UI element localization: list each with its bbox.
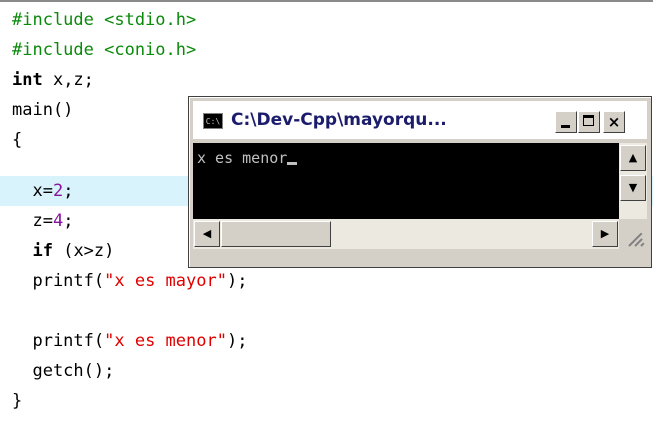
arrow-up-icon: ▲ bbox=[628, 151, 638, 164]
console-icon[interactable]: C:\ bbox=[203, 113, 223, 129]
scroll-down-button[interactable]: ▼ bbox=[620, 175, 646, 201]
maximize-button[interactable] bbox=[578, 111, 600, 133]
close-icon: × bbox=[607, 113, 621, 131]
arrow-left-icon: ◀ bbox=[202, 227, 212, 240]
string-literal: "x es menor" bbox=[104, 331, 227, 351]
code-line-8[interactable]: if (x>z) bbox=[12, 236, 114, 266]
text-cursor bbox=[287, 162, 298, 165]
number-literal: 4 bbox=[52, 211, 64, 231]
scroll-up-button[interactable]: ▲ bbox=[620, 145, 646, 171]
code-text: printf( bbox=[12, 331, 105, 351]
scroll-right-button[interactable]: ▶ bbox=[592, 221, 618, 247]
string-literal: "x es mayor" bbox=[104, 271, 227, 291]
arrow-down-icon: ▼ bbox=[628, 181, 638, 194]
editor-top-border bbox=[0, 0, 653, 2]
scroll-left-button[interactable]: ◀ bbox=[194, 221, 220, 247]
code-text: ; bbox=[63, 211, 74, 231]
code-text: x= bbox=[12, 181, 53, 201]
preprocessor-directive: #include <stdio.h> bbox=[12, 10, 197, 30]
arrow-right-icon: ▶ bbox=[600, 227, 610, 240]
minimize-button[interactable] bbox=[555, 111, 577, 133]
code-text: ; bbox=[63, 181, 74, 201]
code-text: x,z; bbox=[42, 70, 94, 90]
console-window[interactable]: C:\ C:\Dev-Cpp\mayorqu... × x es menor ▲… bbox=[188, 96, 652, 268]
console-output-text: x es menor bbox=[197, 149, 288, 167]
resize-grip[interactable] bbox=[619, 219, 647, 249]
horizontal-scroll-thumb[interactable] bbox=[221, 221, 331, 247]
preprocessor-directive: #include <conio.h> bbox=[12, 40, 197, 60]
vertical-scrollbar[interactable]: ▲ ▼ bbox=[619, 143, 647, 219]
code-line-5[interactable]: { bbox=[12, 125, 22, 155]
console-output: x es menor bbox=[197, 149, 298, 167]
horizontal-scrollbar[interactable]: ◀ ▶ bbox=[193, 219, 619, 249]
number-literal: 2 bbox=[52, 181, 64, 201]
code-line-9[interactable]: printf("x es mayor"); bbox=[12, 266, 247, 296]
code-text: ); bbox=[226, 271, 248, 291]
code-line-4[interactable]: main() bbox=[12, 95, 73, 125]
maximize-icon bbox=[583, 115, 594, 126]
close-button[interactable]: × bbox=[603, 111, 625, 133]
code-line-11[interactable]: printf("x es menor"); bbox=[12, 326, 247, 356]
console-titlebar[interactable]: C:\ C:\Dev-Cpp\mayorqu... × bbox=[193, 101, 647, 139]
code-line-7[interactable]: z=4; bbox=[12, 206, 73, 236]
code-text: printf( bbox=[12, 271, 105, 291]
minimize-icon bbox=[561, 125, 570, 128]
code-line-3[interactable]: int x,z; bbox=[12, 65, 94, 95]
grip-line bbox=[640, 242, 645, 247]
console-title: C:\Dev-Cpp\mayorqu... bbox=[231, 110, 447, 130]
code-line-12[interactable]: getch(); bbox=[12, 356, 114, 386]
keyword-int: int bbox=[12, 70, 43, 90]
console-output-area[interactable]: x es menor bbox=[193, 143, 619, 219]
code-editor[interactable]: #include <stdio.h> #include <conio.h> in… bbox=[0, 0, 653, 439]
code-line-2[interactable]: #include <conio.h> bbox=[12, 35, 196, 65]
code-text: z= bbox=[12, 211, 53, 231]
code-line-1[interactable]: #include <stdio.h> bbox=[12, 5, 196, 35]
code-text: ); bbox=[226, 331, 248, 351]
code-line-13[interactable]: } bbox=[12, 386, 22, 416]
keyword-if: if bbox=[32, 241, 53, 261]
code-text: (x>z) bbox=[52, 241, 115, 261]
code-line-6[interactable]: x=2; bbox=[12, 176, 73, 206]
